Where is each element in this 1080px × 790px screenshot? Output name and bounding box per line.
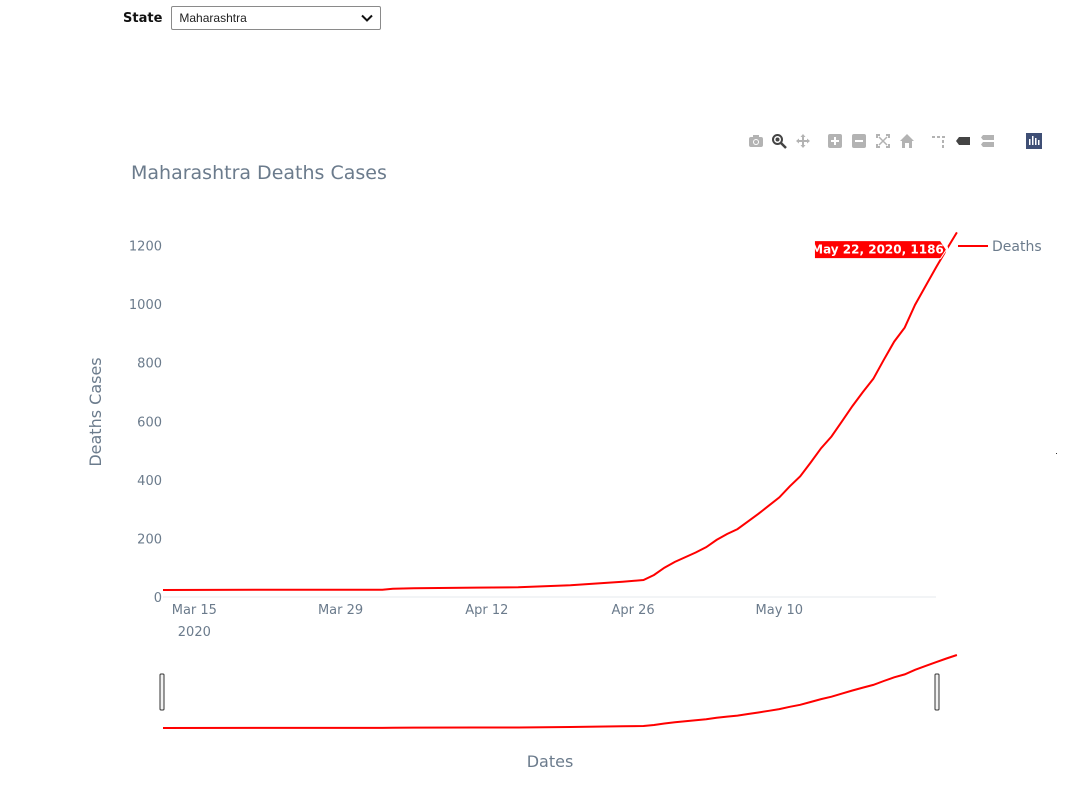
chart-title: Maharashtra Deaths Cases bbox=[131, 162, 387, 184]
pan-icon[interactable] bbox=[793, 131, 813, 151]
zoom-icon[interactable] bbox=[769, 131, 789, 151]
y-tick-label: 1200 bbox=[129, 240, 162, 255]
legend: Deaths bbox=[958, 239, 1042, 255]
zoom-out-icon[interactable] bbox=[849, 131, 869, 151]
y-tick-label: 800 bbox=[137, 357, 162, 372]
stray-dot bbox=[1056, 453, 1057, 454]
y-tick-label: 600 bbox=[137, 415, 162, 430]
x-tick-label: May 10 bbox=[756, 603, 804, 618]
camera-icon[interactable] bbox=[746, 131, 766, 151]
hover-compare-icon[interactable] bbox=[977, 131, 997, 151]
x-tick-label: Mar 29 bbox=[318, 603, 363, 618]
zoom-in-icon[interactable] bbox=[825, 131, 845, 151]
hover-label: (May 22, 2020, 1186) bbox=[806, 240, 950, 260]
y-tick-label: 200 bbox=[137, 532, 162, 547]
series-line-deaths bbox=[162, 231, 958, 591]
range-slider-handle-right[interactable] bbox=[934, 673, 940, 711]
hover-closest-icon[interactable] bbox=[953, 131, 973, 151]
hover-label-text: (May 22, 2020, 1186) bbox=[806, 243, 950, 257]
range-slider-handle-left[interactable] bbox=[159, 673, 165, 711]
spike-lines-icon[interactable] bbox=[929, 131, 949, 151]
legend-label[interactable]: Deaths bbox=[992, 239, 1042, 255]
autoscale-icon[interactable] bbox=[873, 131, 893, 151]
y-axis-title: Deaths Cases bbox=[86, 357, 105, 466]
y-tick-label: 400 bbox=[137, 474, 162, 489]
x-axis-title: Dates bbox=[527, 752, 574, 771]
range-slider[interactable] bbox=[159, 654, 958, 729]
x-tick-label: Apr 26 bbox=[611, 603, 654, 618]
home-icon[interactable] bbox=[897, 131, 917, 151]
modebar bbox=[749, 131, 1056, 151]
y-tick-label: 0 bbox=[154, 591, 162, 606]
x-tick-sublabel: 2020 bbox=[178, 625, 211, 640]
y-tick-label: 1000 bbox=[129, 298, 162, 313]
range-slider-line bbox=[162, 654, 958, 729]
chart: Maharashtra Deaths Cases Deaths Cases Date… bbox=[86, 162, 1057, 771]
plotly-logo-icon[interactable] bbox=[1024, 131, 1044, 151]
x-tick-label: Apr 12 bbox=[465, 603, 508, 618]
x-tick-label: Mar 15 bbox=[172, 603, 217, 618]
